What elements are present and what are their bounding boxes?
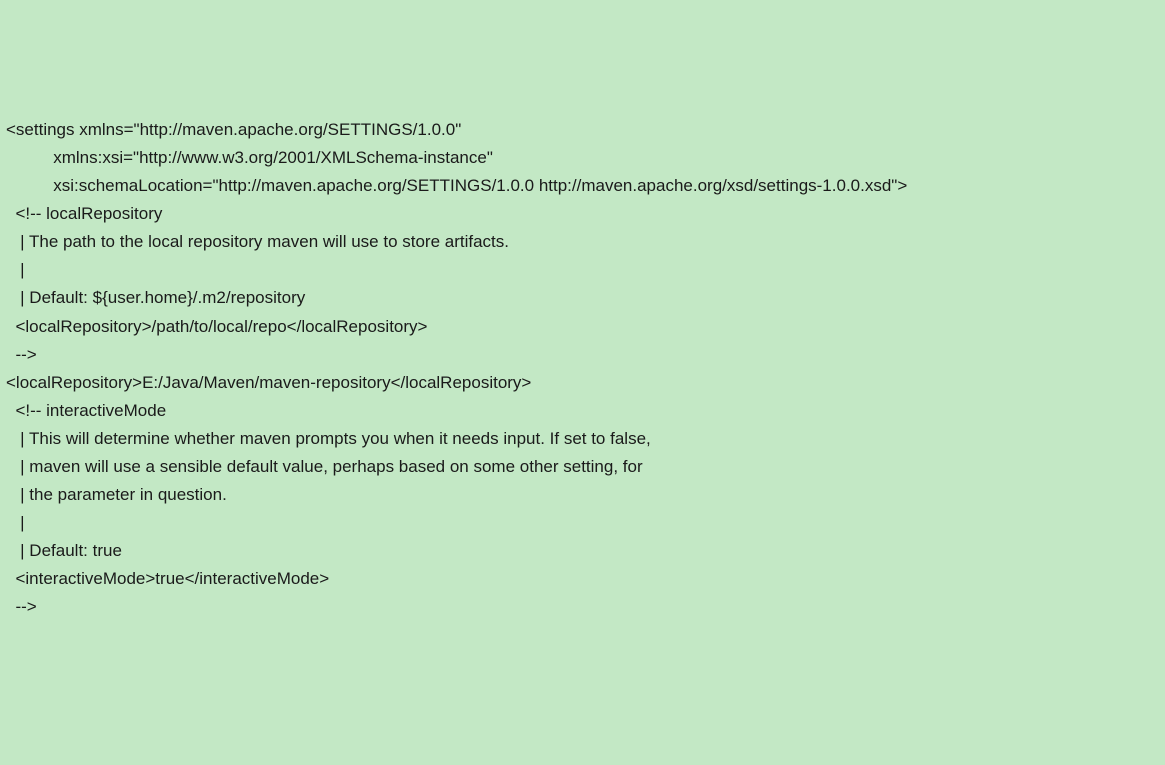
code-line: | [6,509,1159,537]
code-line: | This will determine whether maven prom… [6,425,1159,453]
code-line: <settings xmlns="http://maven.apache.org… [6,116,1159,144]
code-line: <localRepository>/path/to/local/repo</lo… [6,313,1159,341]
code-line: | Default: true [6,537,1159,565]
code-line: <localRepository>E:/Java/Maven/maven-rep… [6,369,1159,397]
code-block: <settings xmlns="http://maven.apache.org… [6,116,1159,621]
code-line: <interactiveMode>true</interactiveMode> [6,565,1159,593]
code-line: xmlns:xsi="http://www.w3.org/2001/XMLSch… [6,144,1159,172]
code-line: --> [6,341,1159,369]
code-line: | Default: ${user.home}/.m2/repository [6,284,1159,312]
code-line: xsi:schemaLocation="http://maven.apache.… [6,172,1159,200]
code-line: | [6,256,1159,284]
code-line: <!-- interactiveMode [6,397,1159,425]
code-line: | The path to the local repository maven… [6,228,1159,256]
code-line: --> [6,593,1159,621]
code-line: <!-- localRepository [6,200,1159,228]
code-line: | the parameter in question. [6,481,1159,509]
code-line: | maven will use a sensible default valu… [6,453,1159,481]
